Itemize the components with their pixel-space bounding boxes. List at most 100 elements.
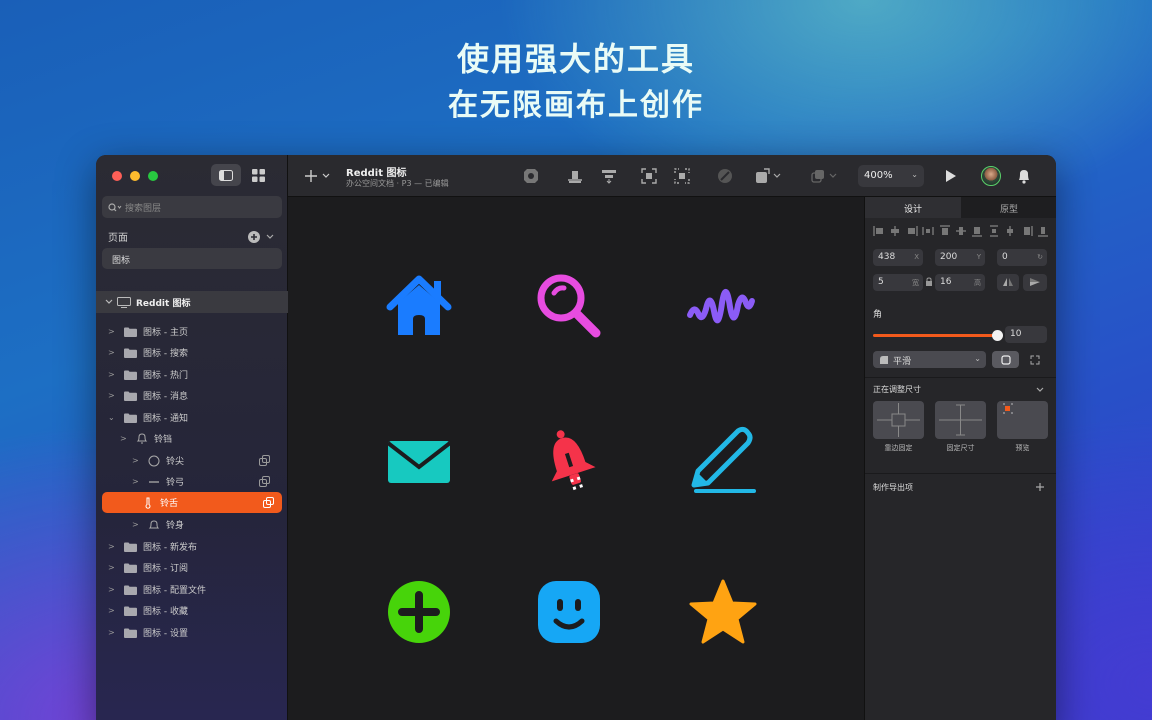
resize-fixed-option[interactable] <box>935 401 986 439</box>
chevron-down-icon[interactable] <box>104 297 114 307</box>
distribute-icon[interactable] <box>600 167 618 185</box>
height-field[interactable]: 16 高 <box>935 274 985 291</box>
layer-item[interactable]: > 铃尖 <box>132 450 278 471</box>
layers-view-toggle[interactable] <box>211 164 241 186</box>
create-symbol-icon[interactable] <box>522 167 540 185</box>
layer-folder[interactable]: > 图标 - 新发布 <box>108 536 278 557</box>
search-icon[interactable] <box>534 271 604 341</box>
plus-circle-icon[interactable] <box>384 577 454 647</box>
chevron-right-icon[interactable]: > <box>120 434 130 443</box>
layer-item-selected[interactable]: 铃舌 <box>102 492 282 513</box>
layer-folder[interactable]: > 图标 - 消息 <box>108 385 278 406</box>
scale-icon[interactable] <box>754 167 784 185</box>
chevron-right-icon[interactable]: > <box>132 477 142 486</box>
page-item-icons[interactable]: 图标 <box>102 248 282 269</box>
zoom-window-button[interactable] <box>148 171 158 181</box>
x-position-field[interactable]: 438 X <box>873 249 923 266</box>
add-page-icon[interactable] <box>248 230 260 243</box>
export-label: 制作导出项 <box>873 483 913 492</box>
chevron-right-icon[interactable]: > <box>108 585 118 594</box>
layer-order-icon[interactable] <box>810 167 840 185</box>
corner-uniform-button[interactable] <box>992 351 1019 368</box>
layer-item[interactable]: > 铃弓 <box>132 471 278 492</box>
align-bottom-icon[interactable] <box>971 225 983 237</box>
root-layer-reddit-icons[interactable]: Reddit 图标 <box>96 291 288 313</box>
avatar[interactable] <box>981 166 1001 186</box>
component-link-icon[interactable] <box>259 455 270 466</box>
bell-icon[interactable] <box>534 425 604 495</box>
wave-icon[interactable] <box>686 273 756 343</box>
chevron-right-icon[interactable]: > <box>108 563 118 572</box>
pencil-icon[interactable] <box>688 423 758 493</box>
frame-select-icon[interactable] <box>640 167 658 185</box>
mail-icon[interactable] <box>384 427 454 497</box>
align-top-icon[interactable] <box>939 225 951 237</box>
align-bottom-icon[interactable] <box>566 167 584 185</box>
chevron-down-icon[interactable] <box>1035 386 1045 394</box>
chevron-right-icon[interactable]: > <box>108 348 118 357</box>
layer-folder[interactable]: > 图标 - 订阅 <box>108 557 278 578</box>
layer-folder[interactable]: > 图标 - 主页 <box>108 321 278 342</box>
align-more-icon[interactable] <box>1004 225 1016 237</box>
chevron-right-icon[interactable]: > <box>132 520 142 529</box>
lock-icon[interactable] <box>925 277 933 287</box>
document-title[interactable]: Reddit 图标 <box>346 164 407 179</box>
chevron-down-icon[interactable]: ⌄ <box>108 413 118 422</box>
folder-icon <box>124 348 137 358</box>
chevron-right-icon[interactable]: > <box>108 370 118 379</box>
y-position-field[interactable]: 200 Y <box>935 249 985 266</box>
chevron-right-icon[interactable]: > <box>108 606 118 615</box>
tidy-icon[interactable] <box>1037 225 1049 237</box>
close-window-button[interactable] <box>112 171 122 181</box>
flip-vertical-button[interactable] <box>1023 274 1047 291</box>
boolean-op-icon[interactable] <box>716 167 734 185</box>
distribute-h-icon[interactable] <box>922 225 934 237</box>
layer-group[interactable]: > 铃铛 <box>120 428 278 449</box>
layer-folder[interactable]: > 图标 - 配置文件 <box>108 579 278 600</box>
flip-horizontal-button[interactable] <box>997 274 1019 291</box>
distribute-v-icon[interactable] <box>988 225 1000 237</box>
insert-plus-icon[interactable] <box>304 167 334 185</box>
play-icon[interactable] <box>941 167 959 185</box>
components-view-toggle[interactable] <box>243 164 273 186</box>
component-link-icon[interactable] <box>263 497 274 508</box>
minimize-window-button[interactable] <box>130 171 140 181</box>
align-edge-icon[interactable] <box>1021 225 1033 237</box>
layer-folder[interactable]: > 图标 - 设置 <box>108 622 278 643</box>
search-layers-input[interactable]: 搜索图层 <box>102 196 282 218</box>
chevron-right-icon[interactable]: > <box>108 628 118 637</box>
layer-folder[interactable]: > 图标 - 搜索 <box>108 342 278 363</box>
tab-prototype[interactable]: 原型 <box>961 197 1056 218</box>
layer-folder[interactable]: > 图标 - 热门 <box>108 364 278 385</box>
mask-icon[interactable] <box>673 167 691 185</box>
resize-pin-option[interactable] <box>873 401 924 439</box>
align-right-icon[interactable] <box>906 225 918 237</box>
component-link-icon[interactable] <box>259 476 270 487</box>
corner-radius-field[interactable]: 10 <box>1005 326 1047 343</box>
home-icon[interactable] <box>384 271 454 341</box>
layer-label: 铃舌 <box>160 499 179 509</box>
layer-folder[interactable]: > 图标 - 收藏 <box>108 600 278 621</box>
chevron-right-icon[interactable]: > <box>108 327 118 336</box>
corner-style-select[interactable]: 平滑 ⌄ <box>873 351 986 368</box>
star-icon[interactable] <box>688 577 758 647</box>
chevron-down-icon[interactable] <box>264 232 276 242</box>
add-export-icon[interactable] <box>1035 482 1045 492</box>
bell-icon[interactable] <box>1015 167 1033 185</box>
chevron-right-icon[interactable]: > <box>108 391 118 400</box>
layer-item[interactable]: > 铃身 <box>132 514 278 535</box>
chevron-right-icon[interactable]: > <box>108 542 118 551</box>
tab-design[interactable]: 设计 <box>865 197 961 218</box>
align-middle-icon[interactable] <box>955 225 967 237</box>
chevron-right-icon[interactable]: > <box>132 456 142 465</box>
corner-slider-knob[interactable] <box>992 330 1003 341</box>
align-left-icon[interactable] <box>873 225 885 237</box>
align-center-h-icon[interactable] <box>889 225 901 237</box>
corner-individual-button[interactable] <box>1023 351 1047 368</box>
layer-folder[interactable]: ⌄ 图标 - 通知 <box>108 407 278 428</box>
smiley-icon[interactable] <box>534 577 604 647</box>
design-canvas[interactable] <box>288 197 864 720</box>
zoom-select[interactable]: 400% ⌄ <box>858 165 924 187</box>
rotation-field[interactable]: 0 ↻ <box>997 249 1047 266</box>
width-field[interactable]: 5 宽 <box>873 274 923 291</box>
